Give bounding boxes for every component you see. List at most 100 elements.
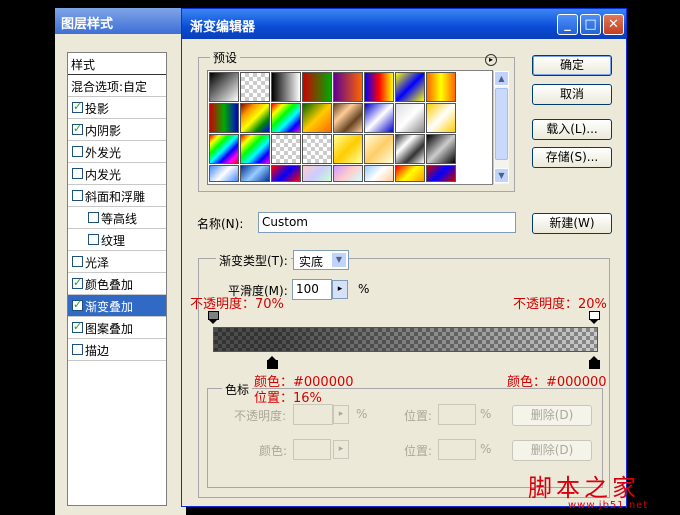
layer-style-item[interactable]: 颜色叠加 xyxy=(68,273,166,295)
gradient-preset-swatch[interactable] xyxy=(271,72,301,102)
layer-style-checkbox[interactable] xyxy=(72,276,83,289)
gradient-preset-swatch[interactable] xyxy=(271,165,301,182)
layer-style-item-label: 颜色叠加 xyxy=(85,278,134,292)
gradient-preset-swatch[interactable] xyxy=(395,134,425,164)
layer-style-window: 图层样式 样式混合选项:自定投影内阴影外发光内发光斜面和浮雕等高线纹理光泽颜色叠… xyxy=(55,8,186,515)
layer-style-item[interactable]: 图案叠加 xyxy=(68,317,166,339)
watermark-url: www.jb51.net xyxy=(568,500,649,511)
layer-style-item[interactable]: 混合选项:自定 xyxy=(68,75,166,97)
stop-opacity-input[interactable] xyxy=(293,404,333,425)
gradient-preset-swatch[interactable] xyxy=(426,165,456,182)
layer-style-checkbox[interactable] xyxy=(72,298,83,311)
layer-style-checkbox[interactable] xyxy=(88,212,99,223)
scroll-down-icon[interactable]: ▼ xyxy=(494,168,509,183)
gradient-preset-swatch[interactable] xyxy=(240,103,270,133)
layer-style-item[interactable]: 内发光 xyxy=(68,163,166,185)
gradient-preset-swatch[interactable] xyxy=(395,165,425,182)
cancel-button[interactable]: 取消 xyxy=(532,84,612,105)
smoothness-slider-arrow-icon[interactable]: ▸ xyxy=(332,280,348,299)
gradient-preset-swatch[interactable] xyxy=(364,165,394,182)
layer-style-item[interactable]: 内阴影 xyxy=(68,119,166,141)
layer-style-item-label: 内发光 xyxy=(85,168,122,182)
load-button[interactable]: 载入(L)... xyxy=(532,119,612,140)
gradient-preset-swatch[interactable] xyxy=(209,103,239,133)
gradient-preset-swatch[interactable] xyxy=(395,103,425,133)
gradient-preset-swatch[interactable] xyxy=(302,165,332,182)
layer-style-item[interactable]: 纹理 xyxy=(68,229,166,251)
gradient-preset-swatch[interactable] xyxy=(364,72,394,102)
stop-opacity-percent: % xyxy=(356,407,368,421)
layer-style-item[interactable]: 斜面和浮雕 xyxy=(68,185,166,207)
gradient-preset-swatch[interactable] xyxy=(364,103,394,133)
layer-style-checkbox[interactable] xyxy=(72,100,83,113)
close-button[interactable]: ✕ xyxy=(603,14,624,35)
gradient-preset-swatch[interactable] xyxy=(209,165,239,182)
layer-style-list: 样式混合选项:自定投影内阴影外发光内发光斜面和浮雕等高线纹理光泽颜色叠加渐变叠加… xyxy=(67,52,167,506)
layer-style-checkbox[interactable] xyxy=(72,344,83,355)
color-stop-left[interactable] xyxy=(267,356,278,369)
color-stop-right[interactable] xyxy=(589,356,600,369)
maximize-button[interactable]: □ xyxy=(580,14,601,35)
ok-button[interactable]: 确定 xyxy=(532,55,612,76)
gradient-preset-swatch[interactable] xyxy=(302,134,332,164)
gradient-preset-swatch[interactable] xyxy=(209,72,239,102)
smoothness-input[interactable]: 100 xyxy=(292,279,332,300)
gradient-preset-swatch[interactable] xyxy=(395,72,425,102)
gradient-preset-swatch[interactable] xyxy=(271,103,301,133)
stop-opacity-location-input[interactable] xyxy=(438,404,476,425)
layer-style-item[interactable]: 描边 xyxy=(68,339,166,361)
new-button[interactable]: 新建(W) xyxy=(532,213,612,234)
layer-style-item-label: 描边 xyxy=(85,344,110,358)
gradient-preset-swatch[interactable] xyxy=(426,103,456,133)
layer-style-item[interactable]: 渐变叠加 xyxy=(68,295,166,317)
gradient-preset-swatch[interactable] xyxy=(333,72,363,102)
minimize-button[interactable]: _ xyxy=(557,14,578,35)
layer-style-item[interactable]: 外发光 xyxy=(68,141,166,163)
layer-style-checkbox[interactable] xyxy=(72,320,83,333)
name-input[interactable]: Custom xyxy=(258,212,516,233)
stop-color-swatch[interactable] xyxy=(293,439,331,460)
gradient-preset-swatch[interactable] xyxy=(302,72,332,102)
gradient-preset-swatch[interactable] xyxy=(364,134,394,164)
gradient-preset-swatch[interactable] xyxy=(333,103,363,133)
gradient-preset-swatch[interactable] xyxy=(209,134,239,164)
layer-style-checkbox[interactable] xyxy=(72,256,83,267)
delete-color-stop-button[interactable]: 删除(D) xyxy=(512,440,592,461)
gradient-preset-swatch[interactable] xyxy=(271,134,301,164)
layer-style-item-label: 渐变叠加 xyxy=(85,300,134,314)
opacity-stop-right[interactable] xyxy=(589,311,600,324)
layer-style-item[interactable]: 光泽 xyxy=(68,251,166,273)
gradient-preset-swatch[interactable] xyxy=(240,72,270,102)
gradient-preset-swatch[interactable] xyxy=(426,134,456,164)
stop-opacity-arrow-icon[interactable]: ▸ xyxy=(333,405,349,424)
gradient-type-select[interactable]: 实底 ▼ xyxy=(293,250,349,270)
chevron-down-icon[interactable]: ▼ xyxy=(331,252,347,268)
gradient-preview-bar[interactable] xyxy=(213,327,598,352)
presets-scrollbar[interactable]: ▲ ▼ xyxy=(493,71,509,184)
layer-style-checkbox[interactable] xyxy=(88,234,99,245)
presets-menu-icon[interactable]: ▸ xyxy=(485,54,497,66)
layer-style-item[interactable]: 等高线 xyxy=(68,207,166,229)
stop-color-arrow-icon[interactable]: ▸ xyxy=(333,440,349,459)
gradient-preset-swatch[interactable] xyxy=(240,134,270,164)
stop-color-location-input[interactable] xyxy=(438,439,476,460)
opacity-stop-left[interactable] xyxy=(208,311,219,324)
gradient-preset-swatch[interactable] xyxy=(240,165,270,182)
gradient-preset-swatch[interactable] xyxy=(426,72,456,102)
layer-style-item[interactable]: 投影 xyxy=(68,97,166,119)
gradient-editor-titlebar: 渐变编辑器 _ □ ✕ xyxy=(182,9,626,39)
gradient-preset-swatch[interactable] xyxy=(333,165,363,182)
save-button[interactable]: 存储(S)... xyxy=(532,147,612,168)
gradient-preset-swatch[interactable] xyxy=(302,103,332,133)
annotation-left-opacity: 不透明度：70% xyxy=(190,297,284,312)
layer-style-checkbox[interactable] xyxy=(72,190,83,201)
layer-style-checkbox[interactable] xyxy=(72,146,83,157)
layer-style-item[interactable]: 样式 xyxy=(68,53,166,75)
gradient-preset-swatch[interactable] xyxy=(333,134,363,164)
delete-opacity-stop-button[interactable]: 删除(D) xyxy=(512,405,592,426)
layer-style-checkbox[interactable] xyxy=(72,168,83,179)
name-label: 名称(N): xyxy=(197,217,244,231)
layer-style-checkbox[interactable] xyxy=(72,122,83,135)
scroll-up-icon[interactable]: ▲ xyxy=(494,71,509,86)
scroll-thumb[interactable] xyxy=(495,88,508,160)
